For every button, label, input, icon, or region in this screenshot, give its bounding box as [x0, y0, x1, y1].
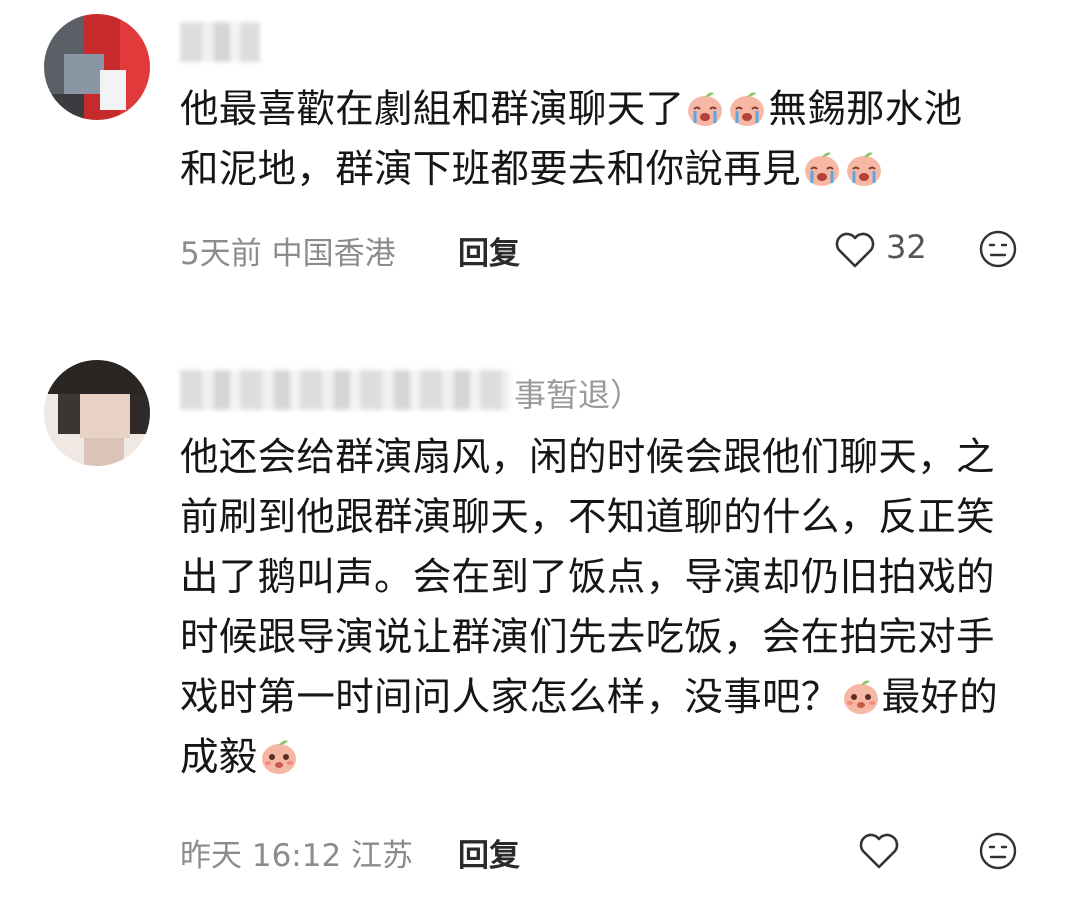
reply-button[interactable]: 回复: [458, 830, 520, 875]
username-suffix: ‍事暂退）: [514, 376, 643, 414]
comment-text: 他最喜歡在劇組和群演聊天了 無錫那水池 和泥地，群演下班都要去和你說再見: [180, 80, 1050, 200]
comment-line: 和泥地，群演下班都要去和你說再見: [180, 140, 1050, 200]
text-segment: 他最喜歡在劇組和群演聊天了: [180, 87, 685, 132]
avatar[interactable]: [44, 14, 150, 120]
heart-icon[interactable]: [858, 832, 900, 870]
peach-emoji-icon: [843, 680, 878, 714]
text-segment: 戏时第一时间问人家怎么样，没事吧？: [180, 675, 840, 720]
crying-peach-emoji-icon: [846, 152, 881, 186]
dislike-face-icon[interactable]: [978, 831, 1018, 871]
username-redacted[interactable]: [180, 22, 260, 62]
comment-line: 成毅: [180, 728, 1050, 788]
crying-peach-emoji-icon: [730, 92, 765, 126]
avatar[interactable]: [44, 360, 150, 466]
comment-line: 时候跟导演说让群演们先去吃饭，会在拍完对手: [180, 615, 995, 660]
reply-button[interactable]: 回复: [458, 228, 520, 273]
comment-line: 戏时第一时间问人家怎么样，没事吧？ 最好的: [180, 668, 1050, 728]
username-redacted[interactable]: [180, 370, 510, 410]
text-segment: 最好的: [881, 675, 999, 720]
comment-1: 他最喜歡在劇組和群演聊天了 無錫那水池 和泥地，群演下班都要去和你說再見 5天前 …: [0, 0, 1080, 300]
comment-line: 他还会给群演扇风，闲的时候会跟他们聊天，之: [180, 435, 995, 480]
text-segment: 成毅: [180, 735, 258, 780]
comment-line: 他最喜歡在劇組和群演聊天了 無錫那水池: [180, 80, 1050, 140]
crying-peach-emoji-icon: [804, 152, 839, 186]
text-segment: 和泥地，群演下班都要去和你說再見: [180, 147, 801, 192]
dislike-face-icon[interactable]: [978, 229, 1018, 269]
crying-peach-emoji-icon: [688, 92, 723, 126]
comment-text: 他还会给群演扇风，闲的时候会跟他们聊天，之 前刷到他跟群演聊天，不知道聊的什么，…: [180, 428, 1050, 788]
heart-icon[interactable]: [834, 231, 876, 269]
comment-meta: 昨天 16:12 江苏: [180, 838, 414, 874]
comment-line: 前刷到他跟群演聊天，不知道聊的什么，反正笑: [180, 495, 995, 540]
text-segment: 無錫那水池: [768, 87, 963, 132]
like-count: 32: [886, 228, 927, 266]
peach-emoji-icon: [261, 740, 296, 774]
comment-line: 出了鹅叫声。会在到了饭点，导演却仍旧拍戏的: [180, 555, 995, 600]
comment-meta: 5天前 中国香港: [180, 236, 396, 272]
